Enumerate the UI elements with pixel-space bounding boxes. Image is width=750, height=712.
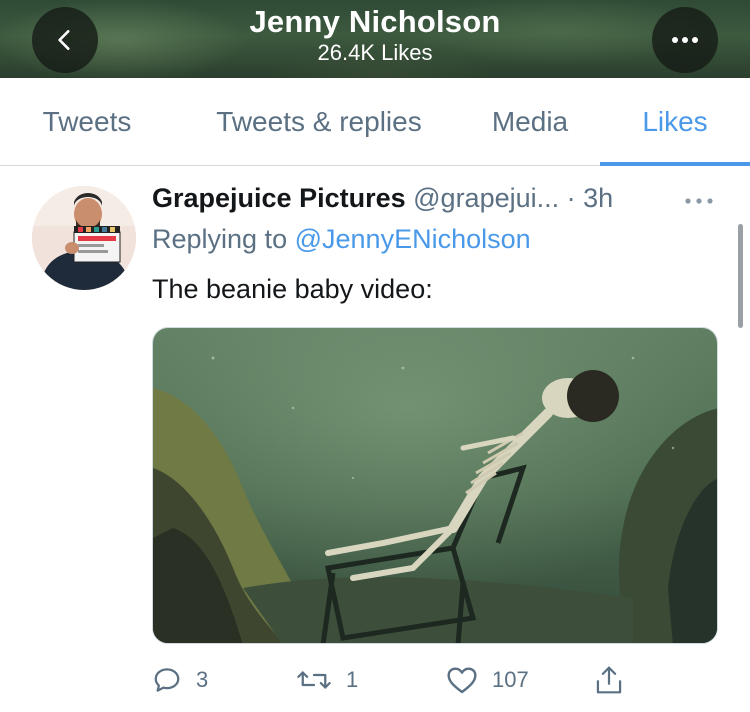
separator-dot: · <box>566 183 576 213</box>
tweet-more-button[interactable] <box>684 193 714 211</box>
more-options-button[interactable] <box>652 7 718 73</box>
reply-button[interactable]: 3 <box>152 660 208 700</box>
replying-prefix: Replying to <box>152 224 288 254</box>
tab-media[interactable]: Media <box>474 78 586 166</box>
tweet-text: The beanie baby video: <box>152 274 433 304</box>
profile-header: Jenny Nicholson 26.4K Likes <box>0 0 750 78</box>
reply-mention-link[interactable]: @JennyENicholson <box>295 224 531 254</box>
share-icon <box>596 666 622 694</box>
replying-to: Replying to @JennyENicholson <box>152 224 531 255</box>
tweet-timestamp: 3h <box>583 183 614 213</box>
more-icon <box>685 198 713 204</box>
reply-count: 3 <box>196 667 209 692</box>
avatar[interactable] <box>32 186 136 290</box>
tab-tweets[interactable]: Tweets <box>20 78 154 166</box>
retweet-icon <box>297 671 331 689</box>
reply-icon <box>154 668 180 692</box>
like-count: 107 <box>492 667 529 692</box>
author-handle[interactable]: @grapejui... <box>413 183 559 213</box>
share-button[interactable] <box>594 660 624 700</box>
like-button[interactable]: 107 <box>446 660 529 700</box>
more-icon <box>672 37 698 43</box>
profile-name: Jenny Nicholson <box>249 4 501 39</box>
likes-count: 26.4K Likes <box>317 40 433 65</box>
active-tab-indicator <box>600 162 750 166</box>
tab-likes[interactable]: Likes <box>600 78 750 166</box>
like-icon <box>447 667 477 694</box>
tab-tweets-and-replies[interactable]: Tweets & replies <box>190 78 448 166</box>
scrollbar[interactable] <box>738 224 743 328</box>
tweet-header: Grapejuice Pictures @grapejui... · 3h <box>152 183 732 221</box>
retweet-count: 1 <box>346 667 359 692</box>
profile-tabs: Tweets Tweets & replies Media Likes <box>0 78 750 166</box>
retweet-button[interactable]: 1 <box>296 660 358 700</box>
tweet-media-video[interactable] <box>152 327 718 644</box>
author-name[interactable]: Grapejuice Pictures <box>152 183 406 213</box>
